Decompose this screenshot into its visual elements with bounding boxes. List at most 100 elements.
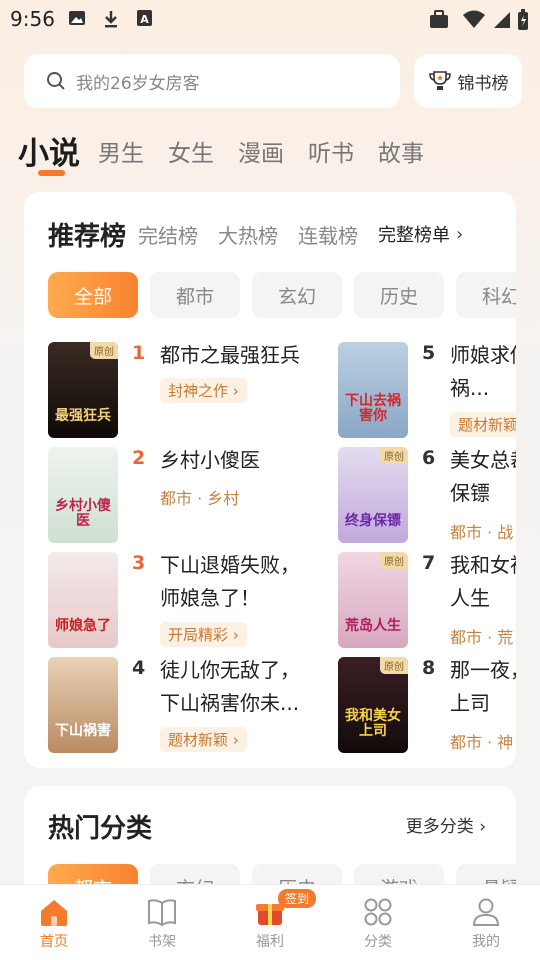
book-item[interactable]: 原创 终身保镖 6 美女总裁的贴身保镖 都市 · 战 — [338, 447, 516, 545]
cover-title: 终身保镖 — [345, 513, 401, 529]
book-cover: 原创 我和美女上司 — [338, 657, 408, 753]
rank-number: 7 — [422, 552, 436, 574]
chip-urban[interactable]: 都市 — [150, 272, 240, 318]
book-title: 下山退婚失败，师娘急了！ — [160, 553, 300, 610]
book-title: 师娘求你下山去祸... — [450, 343, 516, 400]
book-item[interactable]: 原创 荒岛人生 7 我和女神的荒岛人生 都市 · 荒 — [338, 552, 516, 650]
tab-comic[interactable]: 漫画 — [238, 134, 284, 174]
book-title: 那一夜，和美女上司 — [450, 658, 516, 715]
book-cover: 原创 最强狂兵 — [48, 342, 118, 438]
book-title: 乡村小傻医 — [160, 448, 260, 472]
briefcase-icon — [430, 10, 448, 28]
nav-label: 书架 — [148, 934, 176, 950]
book-item[interactable]: 师娘急了 3 下山退婚失败，师娘急了！ 开局精彩 › — [48, 552, 308, 650]
book-title: 我和女神的荒岛人生 — [450, 553, 516, 610]
more-categories-link[interactable]: 更多分类 › — [406, 812, 486, 837]
tab-novel[interactable]: 小说 — [18, 134, 80, 174]
category-chips: 全部 都市 玄幻 历史 科幻 — [48, 272, 516, 318]
book-item[interactable]: 下山去祸害你 5 师娘求你下山去祸... 题材新颖 › — [338, 342, 516, 440]
cover-title: 乡村小傻医 — [55, 498, 111, 529]
nav-home[interactable]: 首页 — [0, 885, 108, 960]
chevron-right-icon[interactable]: › — [456, 224, 463, 245]
ranking-card: 推荐榜 完结榜 大热榜 连载榜 完整榜单 › 全部 都市 玄幻 历史 科幻 原创… — [24, 192, 516, 768]
book-cover: 下山祸害 — [48, 657, 118, 753]
rank-tab-finished[interactable]: 完结榜 — [138, 220, 198, 249]
hot-categories-title: 热门分类 — [48, 814, 153, 844]
category-icon — [364, 898, 392, 926]
book-tag-text: 开局精彩 — [168, 626, 229, 644]
search-icon — [47, 72, 65, 90]
app-a-icon: A — [137, 10, 152, 26]
signal-icon — [494, 12, 510, 28]
nav-label: 福利 — [256, 934, 284, 950]
status-bar: 9:56 A — [0, 0, 540, 38]
nav-label: 分类 — [364, 934, 392, 950]
tab-male[interactable]: 男生 — [98, 134, 144, 174]
original-badge: 原创 — [380, 657, 408, 674]
status-time: 9:56 — [10, 7, 55, 31]
book-genre: 都市 · 乡村 — [160, 489, 240, 508]
book-cover: 乡村小傻医 — [48, 447, 118, 543]
book-tag-text: 题材新颖 — [168, 731, 229, 749]
book-item[interactable]: 原创 最强狂兵 1 都市之最强狂兵 封神之作 › — [48, 342, 308, 440]
chip-scifi[interactable]: 科幻 — [456, 272, 516, 318]
nav-welfare[interactable]: 签到 福利 — [216, 885, 324, 960]
cover-title: 下山祸害 — [55, 723, 111, 739]
chip-history[interactable]: 历史 — [354, 272, 444, 318]
download-icon — [105, 11, 117, 28]
nav-category[interactable]: 分类 — [324, 885, 432, 960]
battery-icon — [518, 9, 528, 30]
image-icon — [69, 11, 85, 25]
rank-number: 8 — [422, 657, 436, 679]
nav-profile[interactable]: 我的 — [432, 885, 540, 960]
chip-fantasy[interactable]: 玄幻 — [252, 272, 342, 318]
book-tag-text: 封神之作 — [168, 382, 229, 400]
jinshu-rank-button[interactable]: 锦书榜 — [414, 54, 522, 108]
book-cover: 原创 终身保镖 — [338, 447, 408, 543]
book-item[interactable]: 原创 我和美女上司 8 那一夜，和美女上司 都市 · 神 — [338, 657, 516, 755]
tab-female[interactable]: 女生 — [168, 134, 214, 174]
book-genre: 都市 · 神 — [450, 733, 514, 752]
original-badge: 原创 — [380, 447, 408, 464]
cover-title: 最强狂兵 — [55, 408, 111, 424]
cover-title: 下山去祸害你 — [345, 393, 401, 424]
rank-button-label: 锦书榜 — [457, 73, 509, 94]
rank-number: 4 — [132, 657, 146, 679]
rank-number: 1 — [132, 342, 146, 364]
full-list-link[interactable]: 完整榜单 — [378, 221, 450, 247]
rank-number: 5 — [422, 342, 436, 364]
book-genre: 都市 · 荒 — [450, 628, 514, 647]
original-badge: 原创 — [90, 342, 118, 359]
checkin-badge: 签到 — [278, 889, 317, 908]
rank-tab-recommend[interactable]: 推荐榜 — [48, 216, 126, 253]
rank-number: 6 — [422, 447, 436, 469]
book-tag[interactable]: 封神之作 › — [160, 378, 247, 403]
book-tag-text: 题材新颖 — [458, 416, 516, 434]
book-tag[interactable]: 题材新颖 › — [160, 727, 247, 752]
book-title: 徒儿你无敌了，下山祸害你未... — [160, 658, 300, 715]
more-categories-label: 更多分类 — [405, 817, 474, 837]
cover-title: 我和美女上司 — [345, 708, 401, 739]
cover-title: 师娘急了 — [55, 618, 111, 634]
book-tag[interactable]: 开局精彩 › — [160, 622, 247, 647]
book-item[interactable]: 乡村小傻医 2 乡村小傻医 都市 · 乡村 — [48, 447, 308, 545]
book-item[interactable]: 下山祸害 4 徒儿你无敌了，下山祸害你未... 题材新颖 › — [48, 657, 308, 755]
search-bar[interactable]: 我的26岁女房客 — [24, 54, 400, 108]
chip-all[interactable]: 全部 — [48, 272, 138, 318]
profile-icon — [472, 898, 500, 926]
rank-number: 3 — [132, 552, 146, 574]
search-placeholder: 我的26岁女房客 — [76, 73, 200, 94]
rank-tabs: 推荐榜 完结榜 大热榜 连载榜 完整榜单 › — [48, 214, 463, 254]
tab-audio[interactable]: 听书 — [308, 134, 354, 174]
rank-tab-hot[interactable]: 大热榜 — [218, 220, 278, 249]
book-cover: 师娘急了 — [48, 552, 118, 648]
nav-label: 我的 — [472, 934, 500, 950]
book-genre: 都市 · 战 — [450, 523, 514, 542]
home-icon — [41, 900, 67, 926]
nav-label: 首页 — [40, 934, 68, 950]
nav-bookshelf[interactable]: 书架 — [108, 885, 216, 960]
tab-story[interactable]: 故事 — [378, 134, 424, 174]
book-tag[interactable]: 题材新颖 › — [450, 412, 516, 437]
rank-tab-serial[interactable]: 连载榜 — [298, 220, 358, 249]
rank-number: 2 — [132, 447, 146, 469]
